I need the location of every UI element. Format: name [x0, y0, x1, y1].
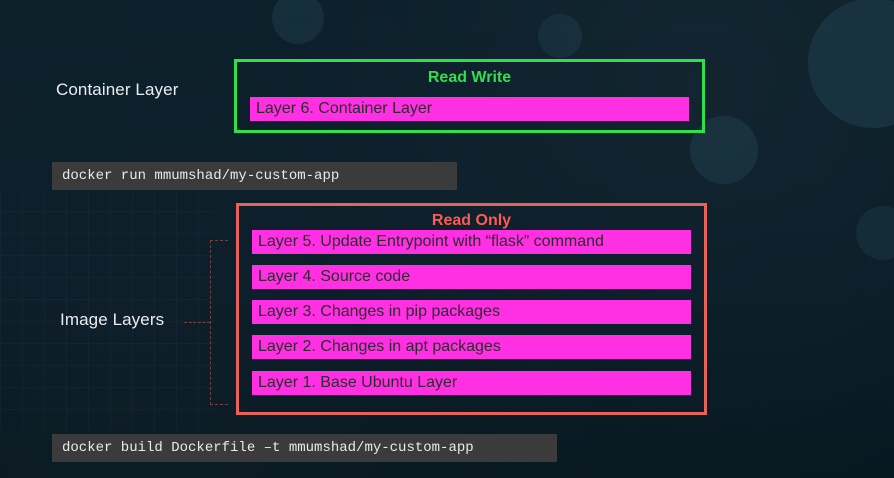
layer-1-base-ubuntu: Layer 1. Base Ubuntu Layer	[252, 371, 691, 395]
read-write-title: Read Write	[427, 69, 512, 86]
read-only-box: Read Only Layer 5. Update Entrypoint wit…	[236, 203, 707, 415]
layer-5-update-entrypoint: Layer 5. Update Entrypoint with “flask” …	[252, 230, 691, 254]
background-bubble	[272, 0, 324, 44]
background-bubble	[808, 0, 894, 128]
image-layers-label: Image Layers	[60, 310, 165, 329]
container-layer-label: Container Layer	[56, 80, 179, 99]
read-only-title: Read Only	[431, 212, 512, 229]
layer-4-source-code: Layer 4. Source code	[252, 265, 691, 289]
docker-run-command: docker run mmumshad/my-custom-app	[52, 162, 457, 190]
docker-build-command: docker build Dockerfile –t mmumshad/my-c…	[52, 434, 557, 462]
image-layers-bracket	[210, 240, 228, 405]
background-bubble	[856, 206, 894, 260]
background-bubble	[538, 14, 582, 58]
layer-6-container-layer: Layer 6. Container Layer	[250, 97, 689, 121]
layer-3-pip-packages: Layer 3. Changes in pip packages	[252, 300, 691, 324]
layer-2-apt-packages: Layer 2. Changes in apt packages	[252, 335, 691, 359]
image-layers-connector	[184, 322, 210, 323]
read-write-box: Read Write Layer 6. Container Layer	[234, 59, 705, 133]
